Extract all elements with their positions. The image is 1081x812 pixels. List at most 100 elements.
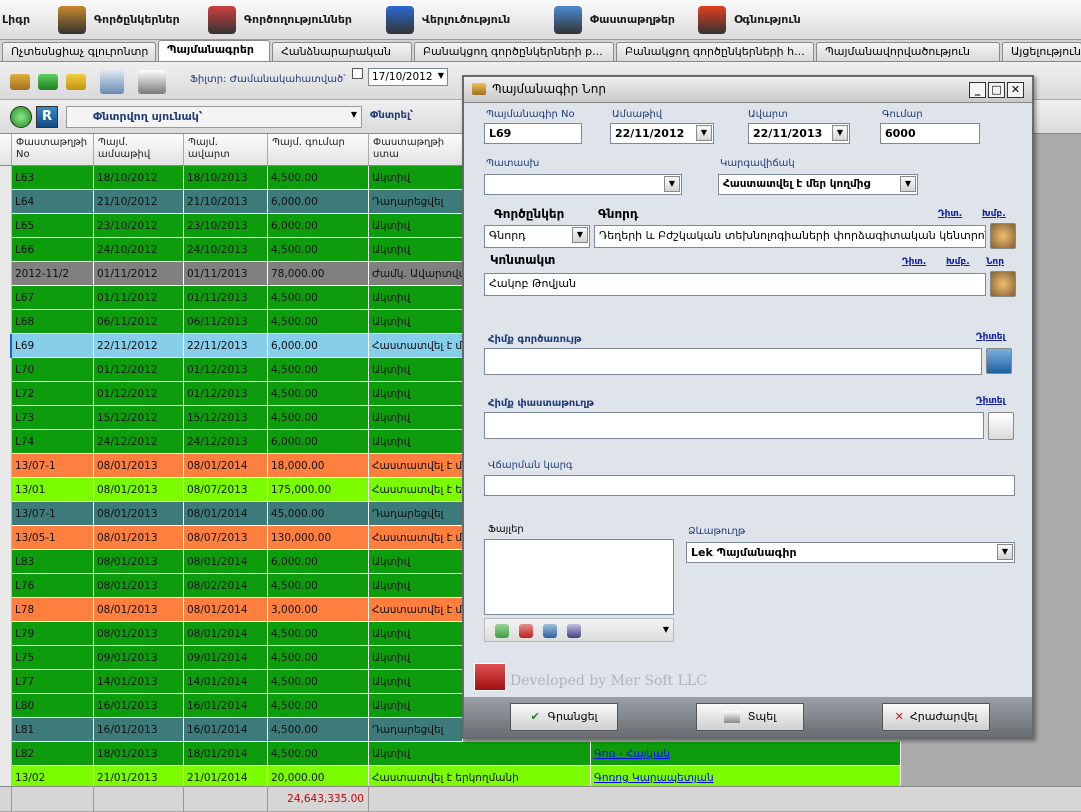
table-row[interactable]: L66 24/10/2012 24/10/2013 4,500.00 Ակտիվ: [12, 238, 463, 262]
contact-field[interactable]: Հակոբ Թովյան: [484, 273, 986, 296]
filter-checkbox[interactable]: [352, 68, 363, 79]
tab-3[interactable]: Բանակցող գործընկերների p...: [414, 42, 614, 61]
main-activity-view-link[interactable]: Դիտել: [976, 332, 1005, 342]
partner-type-select[interactable]: Գնորդ ▼: [484, 225, 590, 248]
payment-method-field[interactable]: [484, 475, 1015, 496]
table-row[interactable]: L70 01/12/2012 01/12/2013 4,500.00 Ակտիվ: [12, 358, 463, 382]
partner-lookup-icon[interactable]: [990, 223, 1016, 249]
row-selector[interactable]: [0, 598, 12, 622]
table-row[interactable]: L81 16/01/2013 16/01/2014 4,500.00 Դադարեցվե…: [12, 718, 463, 742]
table-row[interactable]: L78 08/01/2013 08/01/2014 3,000.00 Հաստատվել…: [12, 598, 463, 622]
print-button[interactable]: Տպել: [696, 703, 804, 731]
contact-view-link[interactable]: Դիտ.: [902, 257, 926, 267]
row-selector[interactable]: [0, 478, 12, 502]
tab-0[interactable]: Ոչտեսնցիաչ գլուրոնտր: [2, 42, 156, 61]
menu-item-0[interactable]: Լիգր: [0, 0, 54, 40]
close-button[interactable]: ✕: [1007, 82, 1024, 98]
row-selector[interactable]: [0, 190, 12, 214]
tab-6[interactable]: Այցելություն: [1002, 42, 1081, 61]
date-field[interactable]: 22/11/2012 ▼: [610, 123, 714, 144]
files-list[interactable]: [484, 539, 674, 615]
column-header[interactable]: Պայմ. ավարտ: [184, 134, 268, 165]
partner-name-field[interactable]: Դեղերի և Բժշկական տեխնոլոգիաների փորձագի…: [594, 225, 986, 248]
chevron-down-icon[interactable]: ▼: [572, 227, 588, 243]
table-row[interactable]: L82 18/01/2013 18/01/2014 4,500.00 Ակտիվ Գոռ …: [12, 742, 901, 766]
menu-item-5[interactable]: Օգնություն: [694, 0, 814, 40]
chevron-down-icon[interactable]: ▼: [663, 625, 669, 634]
main-document-view-link[interactable]: Դիտել: [976, 396, 1005, 406]
row-selector[interactable]: [0, 310, 12, 334]
main-activity-field[interactable]: [484, 348, 982, 375]
minimize-button[interactable]: _: [969, 82, 986, 98]
table-row[interactable]: 13/07-1 08/01/2013 08/01/2014 45,000.00 Դադա…: [12, 502, 463, 526]
row-selector[interactable]: [0, 406, 12, 430]
table-row[interactable]: L72 01/12/2012 01/12/2013 4,500.00 Ակտիվ: [12, 382, 463, 406]
table-row[interactable]: L77 14/01/2013 14/01/2014 4,500.00 Ակտիվ: [12, 670, 463, 694]
table-row[interactable]: L65 23/10/2012 23/10/2013 6,000.00 Ակտիվ: [12, 214, 463, 238]
table-row[interactable]: L63 18/10/2012 18/10/2013 4,500.00 Ակտիվ: [12, 166, 463, 190]
column-header[interactable]: Պայմ. ամսաթիվ: [94, 134, 184, 165]
column-header[interactable]: Փաստաթղթի No: [12, 134, 94, 165]
row-selector[interactable]: [0, 574, 12, 598]
chevron-down-icon[interactable]: ▼: [832, 125, 848, 141]
chevron-down-icon[interactable]: ▼: [900, 176, 916, 192]
menu-item-2[interactable]: Գործողություններ: [204, 0, 382, 40]
table-row[interactable]: L64 21/10/2012 21/10/2013 6,000.00 Դադարեցվե…: [12, 190, 463, 214]
tab-1[interactable]: Պայմանագրեր: [158, 40, 270, 61]
table-row[interactable]: L73 15/12/2012 15/12/2013 4,500.00 Ակտիվ: [12, 406, 463, 430]
table-row[interactable]: L80 16/01/2013 16/01/2014 4,500.00 Ակտիվ: [12, 694, 463, 718]
row-selector[interactable]: [0, 646, 12, 670]
main-activity-lookup-icon[interactable]: [986, 348, 1012, 374]
row-selector[interactable]: [0, 286, 12, 310]
chevron-down-icon[interactable]: ▼: [438, 71, 444, 80]
save-button[interactable]: ✔ Գրանցել: [510, 703, 618, 731]
contact-edit-link[interactable]: Խմբ.: [946, 257, 970, 267]
menu-item-3[interactable]: Վերլուծություն: [382, 0, 550, 40]
table-row[interactable]: L75 09/01/2013 09/01/2014 4,500.00 Ակտիվ: [12, 646, 463, 670]
chevron-down-icon[interactable]: ▼: [351, 110, 357, 119]
main-document-field[interactable]: [484, 412, 984, 439]
table-row[interactable]: L74 24/12/2012 24/12/2013 6,000.00 Ակտիվ: [12, 430, 463, 454]
table-row[interactable]: L67 01/11/2012 01/11/2013 4,500.00 Ակտիվ: [12, 286, 463, 310]
row-selector[interactable]: [0, 718, 12, 742]
end-date-field[interactable]: 22/11/2013 ▼: [748, 123, 850, 144]
search-column-select[interactable]: Փնտրվող սյունակ՝ ▼: [66, 106, 362, 128]
table-row[interactable]: L83 08/01/2013 08/01/2014 6,000.00 Ակտիվ: [12, 550, 463, 574]
tab-4[interactable]: Բանակցող գործընկերների h...: [616, 42, 814, 61]
attach-save-icon[interactable]: [567, 624, 581, 638]
row-selector[interactable]: [0, 334, 12, 358]
row-selector[interactable]: [0, 526, 12, 550]
row-selector[interactable]: [0, 550, 12, 574]
menu-item-1[interactable]: Գործընկերներ: [54, 0, 204, 40]
play-icon[interactable]: [10, 106, 32, 128]
row-selector[interactable]: [0, 670, 12, 694]
contract-number-field[interactable]: L69: [484, 123, 582, 144]
tab-2[interactable]: Հանձնարարական: [272, 42, 412, 61]
column-header[interactable]: Փաստաթղթի ստա: [369, 134, 463, 165]
attach-add-icon[interactable]: [495, 624, 509, 638]
printer-icon[interactable]: [138, 70, 166, 94]
row-selector[interactable]: [0, 454, 12, 478]
date-from-field[interactable]: 17/10/2012 ▼: [368, 68, 448, 86]
row-selector[interactable]: [0, 622, 12, 646]
row-selector[interactable]: [0, 238, 12, 262]
column-header[interactable]: Պայմ. գումար: [268, 134, 369, 165]
status-select[interactable]: Հաստատվել է մեր կողմից ▼: [718, 174, 918, 195]
row-selector[interactable]: [0, 742, 12, 766]
document-icon[interactable]: [988, 412, 1014, 440]
print-preview-icon[interactable]: [100, 70, 124, 94]
partner-view-link[interactable]: Դիտ.: [938, 209, 962, 219]
table-row[interactable]: L69 22/11/2012 22/11/2013 6,000.00 Հաստատվել…: [12, 334, 463, 358]
managers-select[interactable]: ▼: [484, 174, 682, 195]
chevron-down-icon[interactable]: ▼: [696, 125, 712, 141]
refresh-icon[interactable]: R: [36, 106, 58, 128]
row-selector[interactable]: [0, 358, 12, 382]
chevron-down-icon[interactable]: ▼: [664, 176, 680, 192]
row-selector[interactable]: [0, 694, 12, 718]
table-row[interactable]: 13/07-1 08/01/2013 08/01/2014 18,000.00 Հաստ…: [12, 454, 463, 478]
row-selector[interactable]: [0, 166, 12, 190]
amount-field[interactable]: 6000: [880, 123, 980, 144]
check-icon[interactable]: [38, 74, 58, 90]
approve-icon[interactable]: [10, 74, 30, 90]
row-selector[interactable]: [0, 502, 12, 526]
